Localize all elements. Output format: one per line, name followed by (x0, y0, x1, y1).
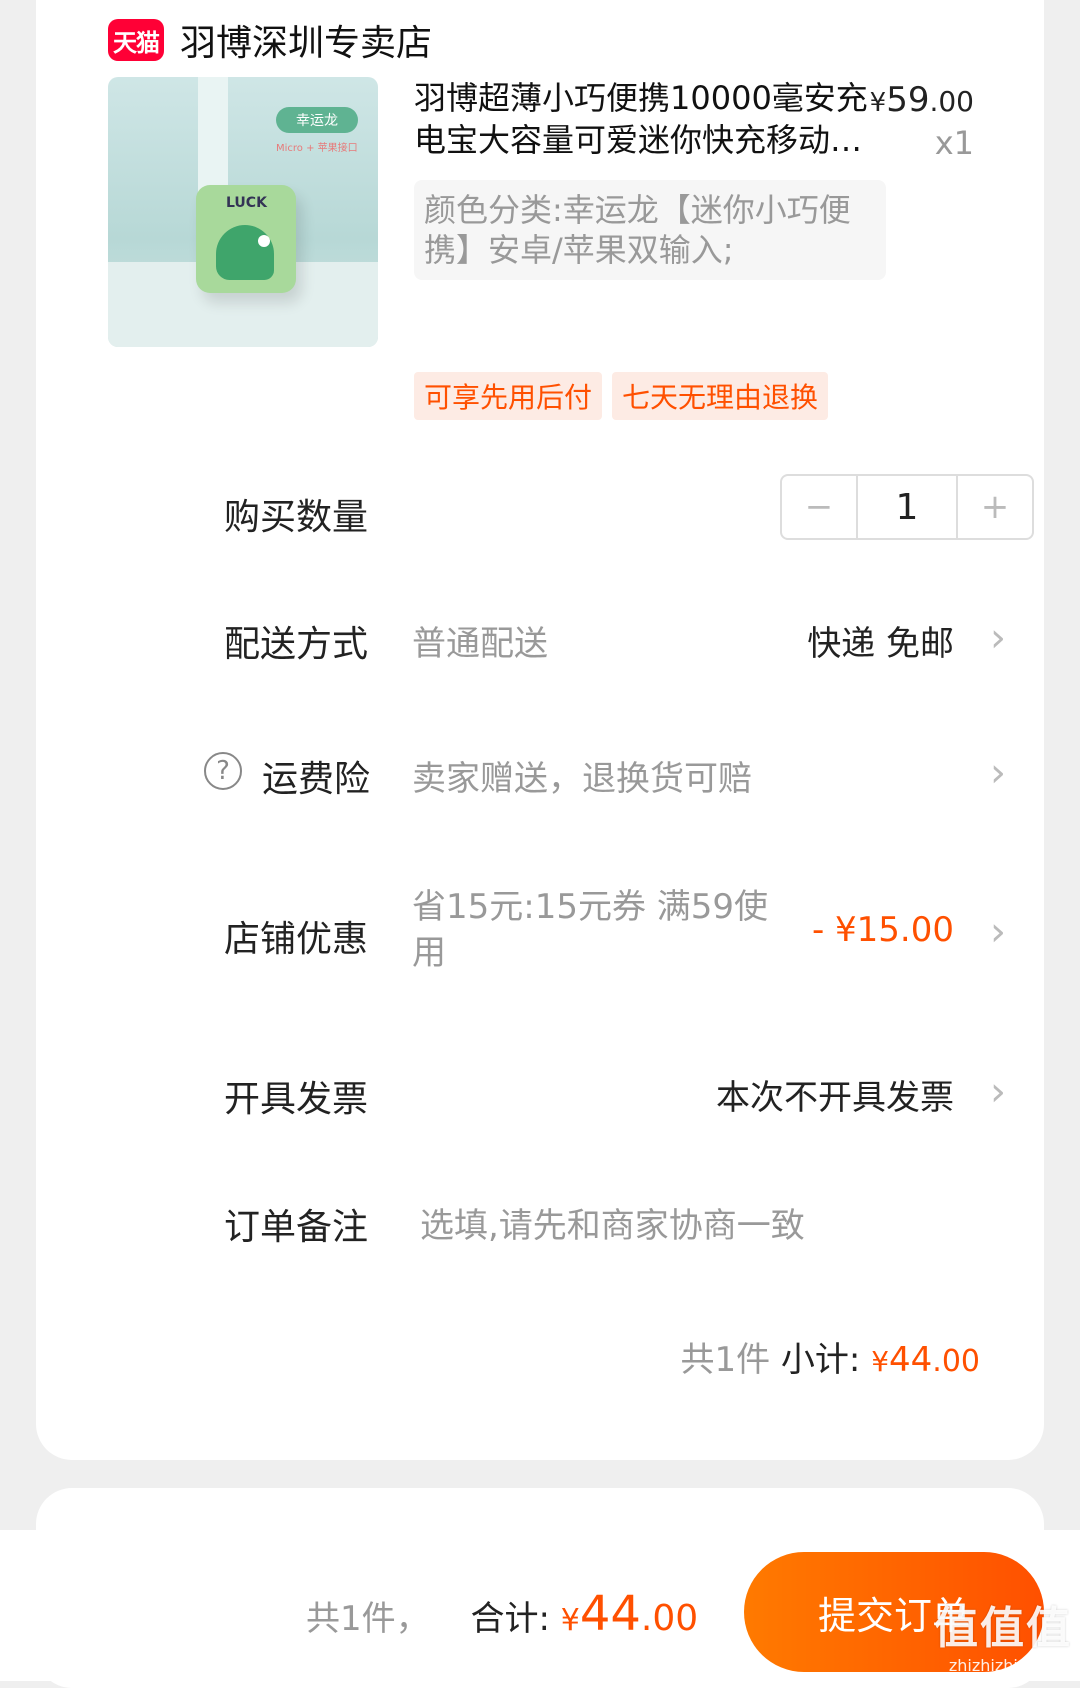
delivery-method: 普通配送 (412, 624, 548, 664)
insurance-desc: 卖家赠送，退换货可赔 (412, 759, 752, 799)
checkout-bar: 共1件， 合计: ¥44.00 提交订单 值值值 zhizhizhi.com (0, 1530, 1080, 1681)
product-price: ¥59.00 (869, 80, 974, 120)
quantity-stepper[interactable]: − 1 + (780, 474, 1034, 540)
badge-seven-day-return: 七天无理由退换 (612, 372, 829, 420)
store-discount-value: - ¥15.00 (811, 910, 954, 950)
product-image-brand: LUCK (226, 195, 267, 211)
order-card: 天猫 羽博深圳专卖店 幸运龙 Micro + 苹果接口 LUCK 羽博超薄小巧便… (36, 0, 1044, 1460)
store-name[interactable]: 羽博深圳专卖店 (180, 14, 432, 66)
quantity-label: 购买数量 (224, 497, 369, 538)
product-image-subtag: Micro + 苹果接口 (276, 143, 358, 154)
product-image[interactable]: 幸运龙 Micro + 苹果接口 LUCK (108, 77, 378, 347)
store-header[interactable]: 天猫 羽博深圳专卖店 (108, 10, 432, 70)
watermark-url: zhizhizhi.com (948, 1656, 1058, 1675)
product-quantity: x1 (934, 124, 974, 162)
insurance-label: 运费险 (262, 759, 371, 800)
chevron-right-icon[interactable]: › (990, 753, 1006, 793)
store-discount-desc: 省15元:15元券 满59使用 (412, 887, 769, 973)
total-label: 合计: (470, 1599, 550, 1639)
product-sku[interactable]: 颜色分类:幸运龙【迷你小巧便携】安卓/苹果双输入; (414, 180, 886, 280)
invoice-label: 开具发票 (224, 1079, 369, 1120)
chevron-right-icon[interactable]: › (990, 1072, 1006, 1112)
subtotal: 共1件 小计: ¥44.00 (680, 1332, 980, 1381)
order-note-input[interactable]: 选填,请先和商家协商一致 (420, 1198, 805, 1247)
subtotal-count: 共1件 (680, 1340, 771, 1380)
order-total: 共1件， 合计: ¥44.00 (306, 1586, 698, 1642)
dinosaur-graphic (216, 225, 274, 280)
invoice-value: 本次不开具发票 (716, 1078, 954, 1118)
watermark-text: 值值值 (934, 1603, 1072, 1654)
minus-icon[interactable]: − (782, 476, 856, 538)
plus-icon[interactable]: + (958, 476, 1032, 538)
product-price-box: ¥59.00 x1 (870, 80, 974, 162)
quantity-value[interactable]: 1 (856, 476, 958, 538)
product-image-tag: 幸运龙 (276, 107, 358, 133)
badge-pay-later: 可享先用后付 (414, 372, 603, 420)
tmall-logo: 天猫 (108, 19, 164, 61)
delivery-label: 配送方式 (224, 624, 369, 665)
total-count: 共1件， (306, 1599, 430, 1639)
product-title[interactable]: 羽博超薄小巧便携10000毫安充电宝大容量可爱迷你快充移动电源 (414, 77, 884, 161)
order-note-label: 订单备注 (224, 1207, 369, 1248)
service-badges: 可享先用后付 七天无理由退换 (414, 372, 829, 420)
subtotal-amount: ¥44.00 (871, 1340, 980, 1380)
delivery-value: 快递 免邮 (807, 624, 954, 664)
subtotal-label: 小计: (780, 1340, 861, 1380)
chevron-right-icon[interactable]: › (990, 912, 1006, 952)
chevron-right-icon[interactable]: › (990, 618, 1006, 658)
total-amount: ¥44.00 (560, 1586, 699, 1642)
power-bank-illustration: LUCK (196, 185, 296, 293)
store-discount-label: 店铺优惠 (224, 919, 369, 960)
help-icon[interactable]: ? (204, 752, 242, 790)
watermark-logo: 值值值 zhizhizhi.com (934, 1592, 1072, 1675)
